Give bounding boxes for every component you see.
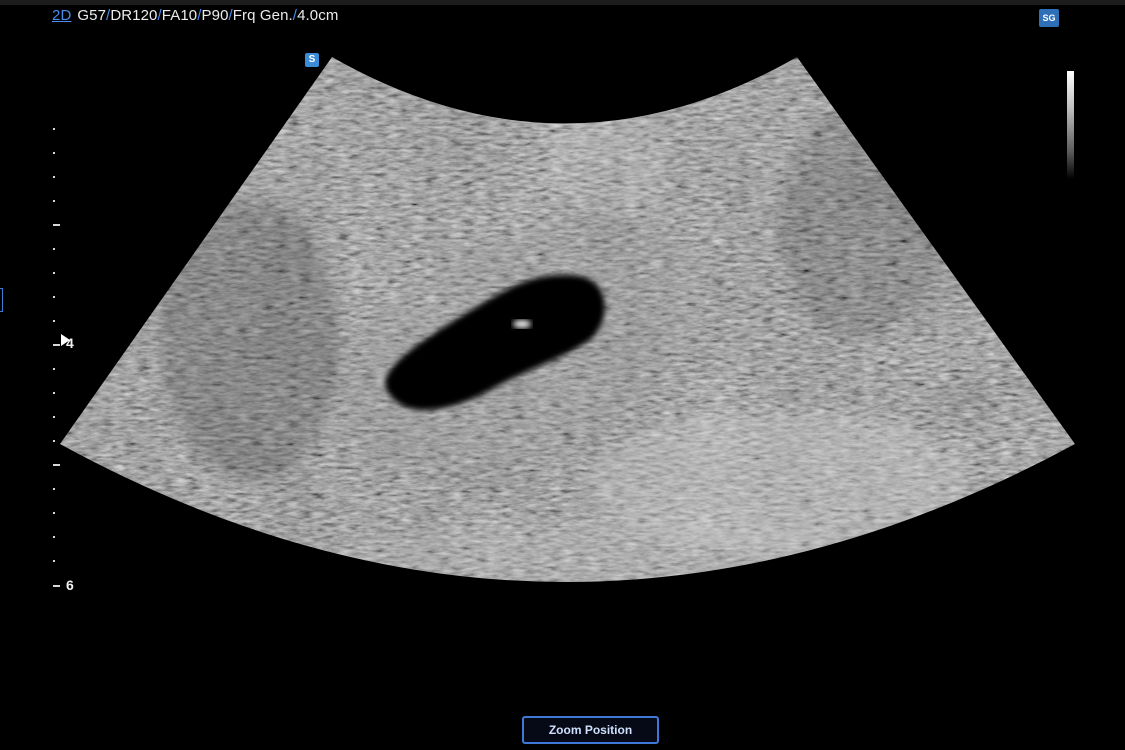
depth-tick	[53, 536, 55, 538]
depth-tick	[53, 128, 55, 130]
focus-marker-icon[interactable]	[61, 334, 70, 346]
edge-indicator	[0, 288, 3, 312]
depth-tick	[53, 464, 60, 466]
depth-label-6: 6	[66, 577, 74, 593]
depth-tick	[53, 416, 55, 418]
depth-tick	[53, 512, 55, 514]
zoom-position-button[interactable]: Zoom Position	[522, 716, 659, 744]
depth-tick	[53, 296, 55, 298]
depth-tick	[53, 585, 60, 587]
depth-tick	[53, 224, 60, 226]
depth-tick	[53, 488, 55, 490]
fetal-pole	[513, 320, 531, 328]
depth-tick	[53, 176, 55, 178]
sector-scan	[60, 57, 1075, 582]
depth-scale: 4 6	[50, 120, 80, 600]
depth-tick	[53, 320, 55, 322]
ultrasound-image	[60, 57, 1075, 582]
depth-tick	[53, 392, 55, 394]
depth-tick	[53, 272, 55, 274]
depth-tick	[53, 152, 55, 154]
depth-tick	[53, 344, 60, 346]
scanner-logo-icon[interactable]: SG	[1039, 9, 1059, 27]
depth-tick	[53, 200, 55, 202]
depth-tick	[53, 248, 55, 250]
probe-orientation-badge: S	[305, 53, 319, 67]
depth-tick	[53, 560, 55, 562]
depth-tick	[53, 368, 55, 370]
depth-tick	[53, 440, 55, 442]
grayscale-bar	[1067, 71, 1074, 179]
